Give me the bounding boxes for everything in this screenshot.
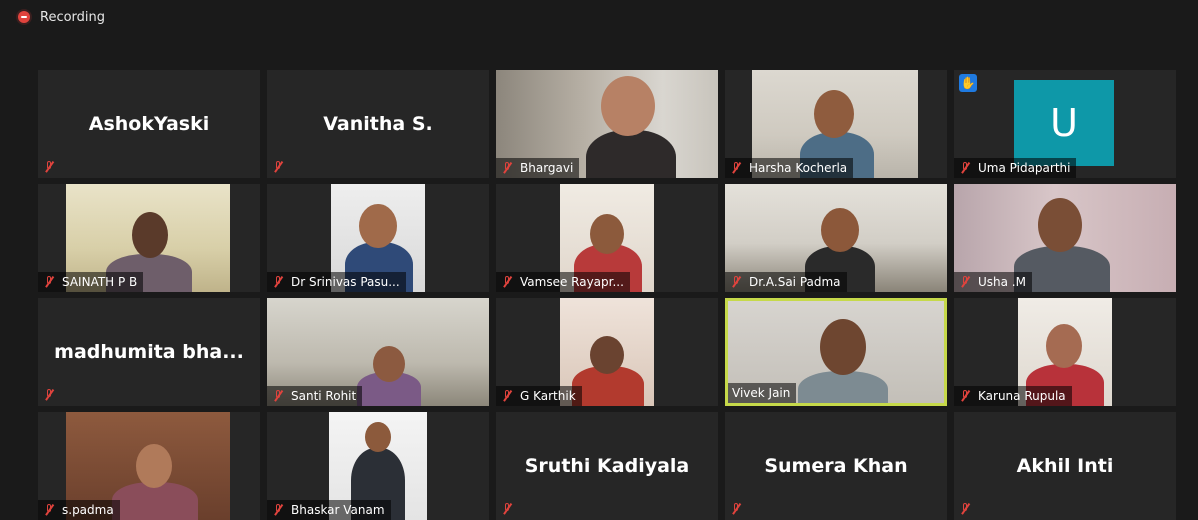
participant-name: Santi Rohit [291, 389, 357, 403]
participant-name-label: Santi Rohit [267, 386, 363, 406]
participant-tile[interactable]: G Karthik [496, 298, 718, 406]
mic-muted-icon [42, 503, 56, 517]
participant-tile[interactable]: Dr Srinivas Pasu... [267, 184, 489, 292]
participant-name: AshokYaski [88, 113, 210, 135]
participant-tile[interactable]: Vamsee Rayapr... [496, 184, 718, 292]
participant-name: s.padma [62, 503, 114, 517]
participant-name-label: s.padma [38, 500, 120, 520]
participant-name: G Karthik [520, 389, 576, 403]
mic-muted-icon [958, 389, 972, 403]
participant-name-label: Karuna Rupula [954, 386, 1072, 406]
participant-tile[interactable]: Santi Rohit [267, 298, 489, 406]
participant-name: madhumita bha... [54, 341, 244, 363]
participant-tile[interactable]: Bhaskar Vanam [267, 412, 489, 520]
participant-tile-active-speaker[interactable]: Vivek Jain [725, 298, 947, 406]
mic-muted-icon [271, 389, 285, 403]
mic-muted-icon [958, 502, 972, 516]
participant-name-label: Dr Srinivas Pasu... [267, 272, 406, 292]
record-icon [18, 11, 30, 23]
participant-name-label: SAINATH P B [38, 272, 144, 292]
mic-muted-icon [729, 502, 743, 516]
participant-name: Sumera Khan [764, 455, 908, 477]
participant-name: Uma Pidaparthi [978, 161, 1071, 175]
participant-tile[interactable]: SAINATH P B [38, 184, 260, 292]
participant-name: Dr Srinivas Pasu... [291, 275, 400, 289]
participant-tile[interactable]: Dr.A.Sai Padma [725, 184, 947, 292]
participant-tile[interactable]: Sruthi Kadiyala [496, 412, 718, 520]
participant-name: Akhil Inti [1016, 455, 1114, 477]
raised-hand-icon: ✋ [959, 74, 977, 92]
mic-muted-icon [271, 160, 285, 174]
participant-tile[interactable]: Karuna Rupula [954, 298, 1176, 406]
participant-tile[interactable]: U ✋ Uma Pidaparthi [954, 70, 1176, 178]
mic-muted-icon [729, 275, 743, 289]
participant-name-label: Vamsee Rayapr... [496, 272, 630, 292]
participant-name-label: Uma Pidaparthi [954, 158, 1077, 178]
mic-muted-icon [958, 161, 972, 175]
participant-tile[interactable]: Vanitha S. [267, 70, 489, 178]
mic-muted-icon [271, 503, 285, 517]
mic-muted-icon [42, 275, 56, 289]
recording-label: Recording [40, 9, 106, 25]
mic-muted-icon [500, 275, 514, 289]
participant-name: Vanitha S. [323, 113, 433, 135]
mic-muted-icon [271, 275, 285, 289]
participant-tile[interactable]: s.padma [38, 412, 260, 520]
participant-name: Karuna Rupula [978, 389, 1066, 403]
participant-name-label: Dr.A.Sai Padma [725, 272, 847, 292]
participant-name-label: Harsha Kocherla [725, 158, 854, 178]
participant-tile[interactable]: Harsha Kocherla [725, 70, 947, 178]
participant-avatar: U [1014, 80, 1114, 166]
mic-muted-icon [500, 161, 514, 175]
participant-tile[interactable]: Usha .M [954, 184, 1176, 292]
participant-name: Harsha Kocherla [749, 161, 848, 175]
participant-tile[interactable]: AshokYaski [38, 70, 260, 178]
participant-grid: AshokYaski Vanitha S. Bhargavi Harsha Ko… [38, 70, 1176, 520]
participant-name: Sruthi Kadiyala [524, 455, 690, 477]
participant-name: Bhaskar Vanam [291, 503, 385, 517]
participant-name-label: Usha .M [954, 272, 1032, 292]
participant-name-label: G Karthik [496, 386, 582, 406]
participant-tile[interactable]: madhumita bha... [38, 298, 260, 406]
participant-name: Vamsee Rayapr... [520, 275, 624, 289]
participant-tile[interactable]: Sumera Khan [725, 412, 947, 520]
recording-indicator[interactable]: Recording [0, 0, 1198, 34]
participant-name: SAINATH P B [62, 275, 138, 289]
mic-muted-icon [500, 502, 514, 516]
mic-muted-icon [42, 388, 56, 402]
mic-muted-icon [42, 160, 56, 174]
mic-muted-icon [729, 161, 743, 175]
participant-name: Usha .M [978, 275, 1026, 289]
participant-name-label: Bhaskar Vanam [267, 500, 391, 520]
participant-name-label: Vivek Jain [728, 383, 797, 403]
participant-name: Dr.A.Sai Padma [749, 275, 841, 289]
participant-tile[interactable]: Bhargavi [496, 70, 718, 178]
participant-name: Vivek Jain [732, 386, 791, 400]
participant-tile[interactable]: Akhil Inti [954, 412, 1176, 520]
participant-name: Bhargavi [520, 161, 574, 175]
mic-muted-icon [500, 389, 514, 403]
participant-name-label: Bhargavi [496, 158, 580, 178]
mic-muted-icon [958, 275, 972, 289]
